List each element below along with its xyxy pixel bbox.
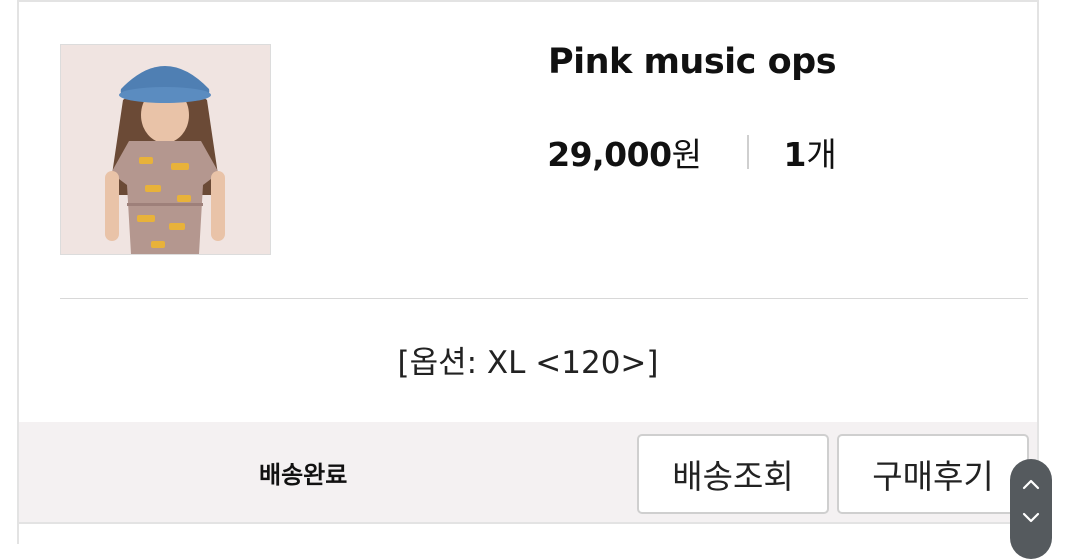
- product-title[interactable]: Pink music ops: [379, 42, 1005, 82]
- delivery-status: 배송완료: [259, 461, 348, 489]
- chevron-down-icon[interactable]: [1022, 512, 1040, 523]
- scroll-nav-widget[interactable]: [1010, 459, 1052, 559]
- order-item-card: Pink music ops 29,000원 1개 [옵션: XL <120>]…: [17, 0, 1039, 544]
- option-text: [옵션: XL <120>]: [397, 345, 659, 381]
- price-quantity-divider: [747, 135, 750, 169]
- price-quantity-row: 29,000원 1개: [379, 128, 1005, 176]
- product-photo-icon: [61, 45, 270, 254]
- quantity-value: 1: [783, 135, 807, 174]
- product-quantity: 1개: [783, 128, 836, 176]
- section-divider: [60, 298, 1028, 299]
- quantity-unit: 개: [806, 135, 837, 174]
- chevron-up-icon[interactable]: [1022, 479, 1040, 490]
- product-image[interactable]: [60, 44, 271, 255]
- order-footer: 배송완료 배송조회 구매후기: [19, 422, 1037, 524]
- product-price: 29,000원: [547, 128, 702, 176]
- track-delivery-button[interactable]: 배송조회: [637, 434, 829, 514]
- write-review-button[interactable]: 구매후기: [837, 434, 1029, 514]
- price-unit: 원: [671, 135, 702, 174]
- price-value: 29,000: [547, 135, 672, 174]
